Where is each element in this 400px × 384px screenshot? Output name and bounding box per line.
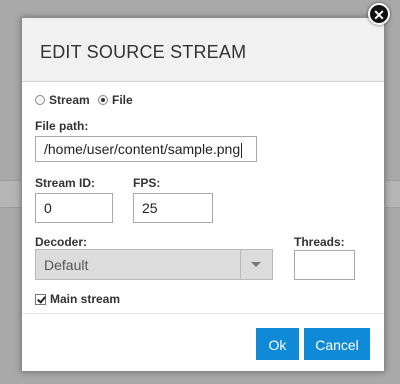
text-cursor — [241, 142, 243, 158]
threads-label: Threads: — [294, 235, 345, 249]
fps-value: 25 — [142, 200, 158, 216]
decoder-dropdown-button[interactable] — [240, 250, 272, 279]
edit-source-stream-dialog: EDIT SOURCE STREAM Stream File File path… — [21, 17, 385, 372]
cancel-button[interactable]: Cancel — [304, 328, 370, 360]
radio-stream[interactable]: Stream — [35, 93, 90, 107]
file-path-value: /home/user/content/sample.png — [44, 141, 241, 157]
stream-id-input[interactable]: 0 — [35, 193, 113, 223]
fps-label: FPS: — [133, 176, 161, 190]
radio-stream-circle[interactable] — [35, 95, 45, 105]
radio-file[interactable]: File — [98, 93, 133, 107]
close-icon[interactable]: ✕ — [368, 3, 390, 25]
radio-stream-label: Stream — [49, 93, 90, 107]
stream-id-label: Stream ID: — [35, 176, 96, 190]
threads-input[interactable] — [294, 250, 355, 280]
dialog-header: EDIT SOURCE STREAM — [22, 18, 384, 82]
decoder-selected-value: Default — [44, 257, 89, 273]
radio-file-circle[interactable] — [98, 95, 108, 105]
footer-divider — [22, 313, 384, 314]
file-path-input[interactable]: /home/user/content/sample.png — [35, 136, 257, 162]
file-path-label: File path: — [35, 119, 89, 133]
main-stream-option[interactable]: Main stream — [35, 292, 120, 306]
dialog-title: EDIT SOURCE STREAM — [40, 42, 247, 62]
fps-input[interactable]: 25 — [133, 193, 213, 223]
ok-button[interactable]: Ok — [256, 328, 299, 360]
main-stream-checkbox[interactable] — [35, 293, 46, 305]
main-stream-label: Main stream — [50, 292, 121, 306]
radio-file-label: File — [112, 93, 133, 107]
decoder-select[interactable]: Default — [35, 249, 273, 280]
chevron-down-icon — [251, 262, 261, 267]
stream-id-value: 0 — [44, 200, 52, 216]
decoder-label: Decoder: — [35, 235, 88, 249]
